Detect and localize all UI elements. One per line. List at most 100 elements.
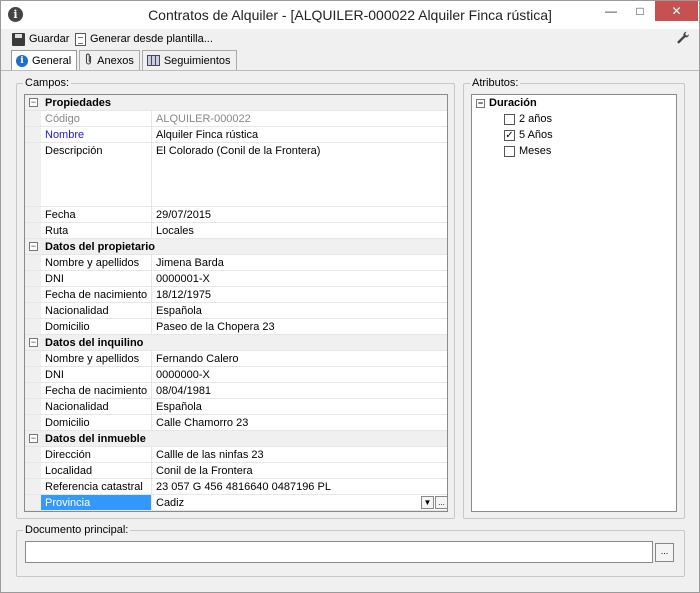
field-label: Domicilio: [41, 319, 152, 334]
field-propietario-nacionalidad[interactable]: Nacionalidad Española: [25, 303, 447, 319]
category-propietario[interactable]: − Datos del propietario: [25, 239, 447, 255]
documento-input[interactable]: [25, 541, 653, 563]
checkbox-5-anos[interactable]: ✓: [504, 129, 515, 141]
save-button[interactable]: Guardar: [12, 30, 69, 48]
field-value[interactable]: 0000001-X: [152, 271, 447, 286]
field-value[interactable]: Fernando Calero: [152, 351, 447, 366]
field-propietario-domicilio[interactable]: Domicilio Paseo de la Chopera 23: [25, 319, 447, 335]
dropdown-arrow-icon[interactable]: ▼: [421, 496, 434, 509]
category-label: Datos del inquilino: [45, 337, 144, 349]
tree-option[interactable]: ✓ 5 Años: [504, 129, 553, 141]
property-grid: − Propiedades Código ALQUILER-000022 Nom…: [24, 94, 448, 512]
category-propiedades[interactable]: − Propiedades: [25, 95, 447, 111]
option-label: 5 Años: [519, 129, 553, 141]
field-value[interactable]: 23 057 G 456 4816640 0487196 PL: [152, 479, 447, 494]
collapse-icon[interactable]: −: [29, 242, 38, 251]
field-fecha[interactable]: Fecha 29/07/2015: [25, 207, 447, 223]
field-label: Dirección: [41, 447, 152, 462]
field-label: Nombre: [41, 127, 152, 142]
save-icon: [12, 32, 25, 46]
wrench-icon[interactable]: [677, 31, 690, 47]
field-value[interactable]: 18/12/1975: [152, 287, 447, 302]
collapse-icon[interactable]: −: [29, 434, 38, 443]
field-value[interactable]: Callle de las ninfas 23: [152, 447, 447, 462]
field-label: DNI: [41, 367, 152, 382]
field-label: Nacionalidad: [41, 303, 152, 318]
campos-title: Campos:: [23, 77, 72, 89]
field-value[interactable]: 29/07/2015: [152, 207, 447, 222]
field-propietario-nombre[interactable]: Nombre y apellidos Jimena Barda: [25, 255, 447, 271]
checkbox-2-anos[interactable]: [504, 113, 515, 125]
paperclip-icon: [84, 53, 93, 69]
title-bar[interactable]: i Contratos de Alquiler - [ALQUILER-0000…: [1, 1, 699, 29]
field-inquilino-domicilio[interactable]: Domicilio Calle Chamorro 23: [25, 415, 447, 431]
attributes-tree: − Duración 2 años ✓ 5 Años Meses: [471, 94, 677, 512]
checkbox-meses[interactable]: [504, 145, 515, 157]
window-title: Contratos de Alquiler - [ALQUILER-000022…: [148, 7, 552, 23]
contratos-window: i Contratos de Alquiler - [ALQUILER-0000…: [0, 0, 700, 593]
generate-from-template-button[interactable]: Generar desde plantilla...: [75, 30, 213, 48]
field-referencia-catastral[interactable]: Referencia catastral 23 057 G 456 481664…: [25, 479, 447, 495]
field-inquilino-nombre[interactable]: Nombre y apellidos Fernando Calero: [25, 351, 447, 367]
field-label: Fecha: [41, 207, 152, 222]
calendar-icon: [146, 55, 160, 66]
field-provincia[interactable]: Provincia Cadiz ▼ ...: [25, 495, 448, 511]
field-value[interactable]: Alquiler Finca rústica: [152, 127, 447, 142]
tree-option[interactable]: 2 años: [504, 113, 552, 125]
collapse-icon[interactable]: −: [29, 338, 38, 347]
tab-general[interactable]: i General: [11, 50, 78, 71]
field-codigo: Código ALQUILER-000022: [25, 111, 447, 127]
field-inquilino-dni[interactable]: DNI 0000000-X: [25, 367, 447, 383]
field-value[interactable]: Paseo de la Chopera 23: [152, 319, 447, 334]
tree-node-duracion[interactable]: − Duración: [476, 97, 537, 109]
atributos-title: Atributos:: [470, 77, 521, 89]
field-value[interactable]: 0000000-X: [152, 367, 447, 382]
collapse-icon[interactable]: −: [476, 98, 485, 108]
field-label: Domicilio: [41, 415, 152, 430]
field-label: DNI: [41, 271, 152, 286]
tree-root-label: Duración: [489, 97, 537, 109]
field-value[interactable]: Española: [152, 303, 447, 318]
field-label: Nacionalidad: [41, 399, 152, 414]
field-value[interactable]: 08/04/1981: [152, 383, 447, 398]
field-value[interactable]: Calle Chamorro 23: [152, 415, 447, 430]
tree-option[interactable]: Meses: [504, 145, 551, 157]
collapse-icon[interactable]: −: [29, 98, 38, 107]
field-nombre[interactable]: Nombre Alquiler Finca rústica: [25, 127, 447, 143]
save-button-label: Guardar: [29, 33, 70, 45]
tab-seguimientos[interactable]: Seguimientos: [141, 50, 237, 70]
category-inmueble[interactable]: − Datos del inmueble: [25, 431, 447, 447]
maximize-button[interactable]: □: [626, 1, 654, 21]
ellipsis-button[interactable]: ...: [435, 496, 448, 509]
tab-strip: i General Anexos Seguimientos: [11, 50, 239, 71]
tab-anexos[interactable]: Anexos: [79, 50, 140, 70]
category-label: Datos del propietario: [45, 241, 156, 253]
field-value[interactable]: Española: [152, 399, 447, 414]
category-inquilino[interactable]: − Datos del inquilino: [25, 335, 447, 351]
provincia-select[interactable]: Cadiz: [152, 495, 447, 510]
field-inquilino-nacionalidad[interactable]: Nacionalidad Española: [25, 399, 447, 415]
tab-general-label: General: [32, 55, 72, 67]
field-descripcion[interactable]: Descripción El Colorado (Conil de la Fro…: [25, 143, 447, 207]
tab-anexos-label: Anexos: [97, 54, 134, 67]
field-label: Ruta: [41, 223, 152, 238]
field-propietario-fecha-nacimiento[interactable]: Fecha de nacimiento 18/12/1975: [25, 287, 447, 303]
field-label: Fecha de nacimiento: [41, 383, 152, 398]
field-value[interactable]: Locales: [152, 223, 447, 238]
field-value[interactable]: Jimena Barda: [152, 255, 447, 270]
minimize-button[interactable]: —: [597, 1, 625, 21]
field-label: Provincia: [41, 495, 152, 510]
field-propietario-dni[interactable]: DNI 0000001-X: [25, 271, 447, 287]
field-label: Fecha de nacimiento: [41, 287, 152, 302]
document-icon: [75, 32, 86, 46]
documento-title: Documento principal:: [23, 524, 131, 536]
field-value[interactable]: El Colorado (Conil de la Frontera): [152, 143, 447, 206]
field-localidad[interactable]: Localidad Conil de la Frontera: [25, 463, 447, 479]
close-button[interactable]: ✕: [655, 1, 698, 21]
template-button-label: Generar desde plantilla...: [90, 33, 213, 45]
field-inquilino-fecha-nacimiento[interactable]: Fecha de nacimiento 08/04/1981: [25, 383, 447, 399]
field-direccion[interactable]: Dirección Callle de las ninfas 23: [25, 447, 447, 463]
field-ruta[interactable]: Ruta Locales: [25, 223, 447, 239]
browse-button[interactable]: ...: [655, 543, 674, 562]
field-value[interactable]: Conil de la Frontera: [152, 463, 447, 478]
